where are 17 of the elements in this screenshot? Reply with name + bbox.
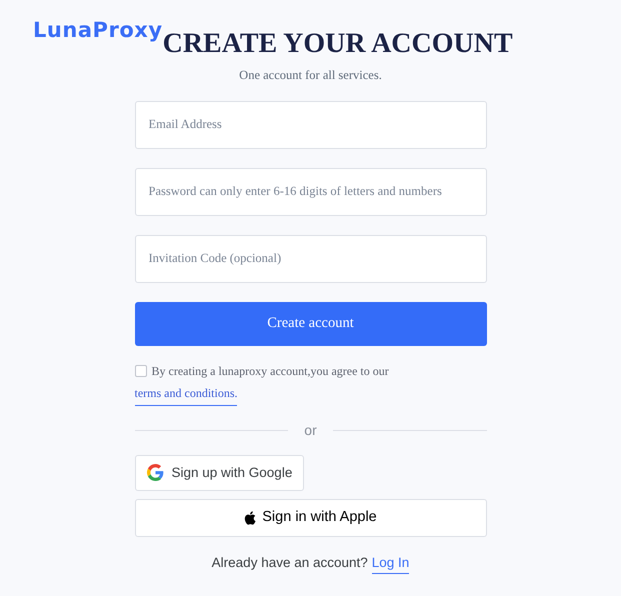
terms-link[interactable]: terms and conditions. bbox=[134, 384, 238, 406]
divider-text: or bbox=[304, 420, 317, 440]
login-link[interactable]: Log In bbox=[372, 552, 410, 574]
apple-icon bbox=[244, 510, 256, 525]
google-icon bbox=[146, 464, 164, 482]
input-field[interactable]: Password can only enter 6-16 digits of letters and numbers bbox=[134, 168, 486, 216]
google-signup-button[interactable]: Sign up with Google bbox=[134, 454, 304, 491]
logo: LunaProxy bbox=[33, 18, 163, 42]
page-title: CREATE YOUR ACCOUNT bbox=[162, 30, 513, 58]
apple-signin-button[interactable]: Sign in with Apple bbox=[134, 498, 486, 537]
footer-text: Already have an account? bbox=[212, 554, 368, 572]
agreement-text: By creating a lunaproxy account,you agree to our bbox=[152, 362, 389, 380]
create-account-button[interactable]: Create account bbox=[134, 302, 486, 346]
subtitle: One account for all services. bbox=[239, 67, 382, 84]
agreement-checkbox[interactable] bbox=[134, 364, 146, 377]
input-field[interactable]: Invitation Code (opcional) bbox=[134, 234, 486, 283]
input-field[interactable]: Email Address bbox=[134, 100, 486, 149]
